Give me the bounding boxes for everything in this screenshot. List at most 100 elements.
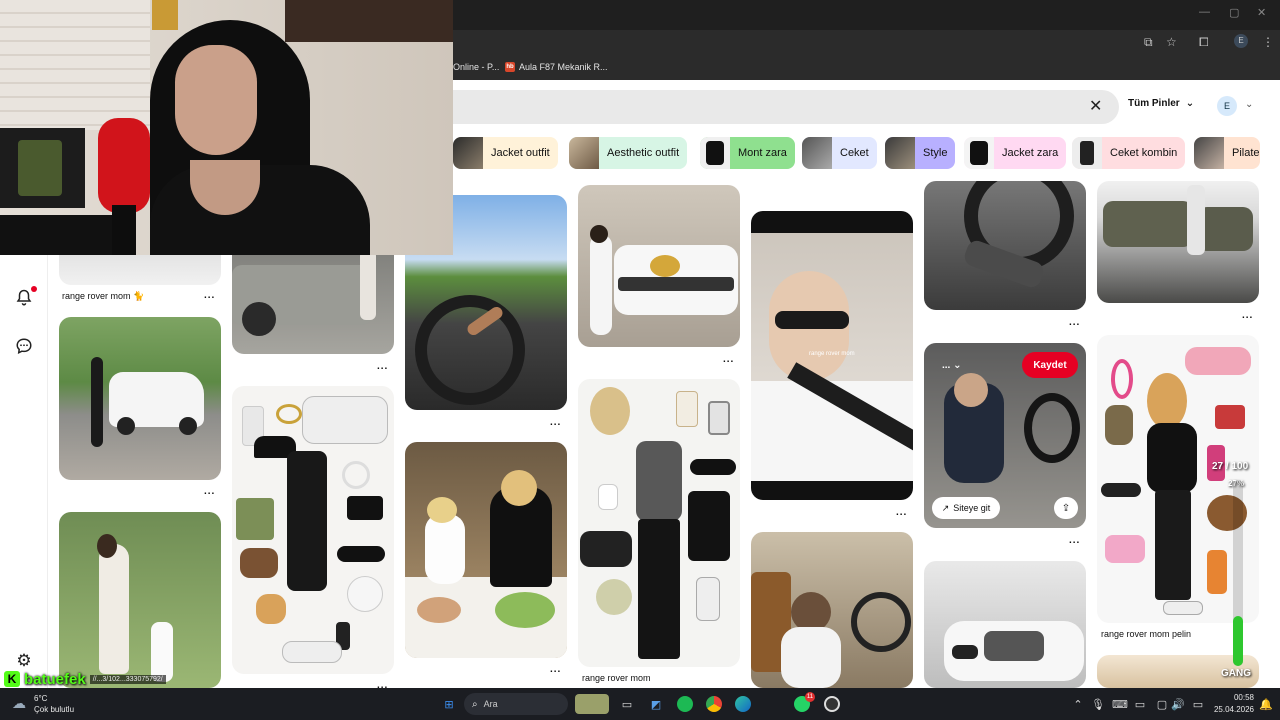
chip-pilates[interactable]: Pilate xyxy=(1194,137,1260,169)
pin-more-icon[interactable]: ... xyxy=(1069,317,1080,328)
messages-icon[interactable] xyxy=(14,337,34,357)
battery-icon[interactable]: ▭ xyxy=(1188,694,1208,714)
pin-image[interactable] xyxy=(232,240,394,354)
pin-image[interactable] xyxy=(578,185,740,347)
bookmark-star-icon[interactable]: ☆ xyxy=(1166,35,1177,49)
kick-logo-icon: K xyxy=(4,671,20,687)
chip-label: Jacket zara xyxy=(1002,147,1059,159)
search-icon: ⌕ xyxy=(472,698,478,710)
pin-filter-dropdown[interactable]: Tüm Pinler ⌄ xyxy=(1128,98,1194,109)
save-button[interactable]: Kaydet xyxy=(1022,352,1078,378)
pin-image[interactable] xyxy=(924,561,1086,688)
clear-search-icon[interactable]: ✕ xyxy=(1089,96,1102,116)
pin-more-icon[interactable]: ... xyxy=(1242,310,1253,321)
pin-more-icon[interactable]: ... xyxy=(377,680,388,688)
goal-progress-fill xyxy=(1233,616,1243,666)
pin-image[interactable] xyxy=(59,317,221,480)
bookmark-item[interactable]: hb Aula F87 Mekanik R... xyxy=(505,62,608,72)
pin-title[interactable]: range rover mom 🐈 xyxy=(62,291,144,302)
notification-badge xyxy=(31,286,37,292)
pin-image[interactable]: range rover mom xyxy=(751,211,913,500)
maximize-icon[interactable]: ▢ xyxy=(1229,6,1239,19)
snipping-tool-icon[interactable]: ◩ xyxy=(646,694,666,714)
pin-more-icon[interactable]: ... xyxy=(204,290,215,301)
pin-image[interactable] xyxy=(59,512,221,688)
menu-kebab-icon[interactable]: ⋮ xyxy=(1262,35,1274,49)
pin-image[interactable] xyxy=(1097,181,1259,303)
minimize-icon[interactable]: — xyxy=(1199,6,1210,18)
weather-temp[interactable]: 6°C xyxy=(34,694,47,703)
search-placeholder: Ara xyxy=(483,699,498,709)
chip-label: Aesthetic outfit xyxy=(607,147,680,159)
search-highlight-icon[interactable] xyxy=(575,694,609,714)
clock-date[interactable]: 25.04.2026 xyxy=(1206,705,1254,714)
clock-time[interactable]: 00:58 xyxy=(1214,693,1254,702)
stream-url: //...3/102...333075792/ xyxy=(89,674,166,684)
avatar[interactable]: E xyxy=(1217,96,1237,116)
bookmark-item[interactable]: Online - P... xyxy=(453,62,499,72)
install-app-icon[interactable]: ⧉ xyxy=(1144,35,1153,50)
arrow-up-right-icon: ↗ xyxy=(941,502,950,513)
pin-more-icon[interactable]: ... xyxy=(723,354,734,365)
filter-label: Tüm Pinler xyxy=(1128,98,1180,109)
pin-more-icon[interactable]: ... xyxy=(1069,535,1080,546)
bookmark-label: Online - P... xyxy=(453,62,500,72)
pin-more-icon[interactable]: ... xyxy=(896,507,907,518)
task-view-icon[interactable]: ▭ xyxy=(617,694,637,714)
pin-title[interactable]: range rover mom pelin xyxy=(1101,629,1191,639)
chip-ceket-kombin[interactable]: Ceket kombin xyxy=(1072,137,1186,169)
pin-more-icon[interactable]: ... xyxy=(377,361,388,372)
notification-center-icon[interactable]: 🔔 xyxy=(1256,694,1276,714)
chip-label: Mont zara xyxy=(738,147,787,159)
gang-label: GANG xyxy=(1221,668,1251,679)
taskbar-search[interactable]: ⌕ Ara xyxy=(464,693,568,715)
extensions-icon[interactable]: ⧠ xyxy=(1199,35,1209,50)
bookmark-label: Aula F87 Mekanik R... xyxy=(519,62,608,72)
account-chevron-icon[interactable]: ⌄ xyxy=(1245,99,1253,110)
chip-aesthetic-outfit[interactable]: Aesthetic outfit xyxy=(569,137,688,169)
share-icon[interactable]: ⇪ xyxy=(1054,497,1078,519)
notifications-bell-icon[interactable] xyxy=(14,289,34,309)
visit-site-label: Siteye git xyxy=(953,503,991,513)
search-input[interactable] xyxy=(453,90,1119,124)
keyboard-icon[interactable]: ⌨ xyxy=(1110,694,1130,714)
chip-mont-zara[interactable]: Mont zara xyxy=(700,137,795,169)
pin-image[interactable] xyxy=(578,379,740,667)
microphone-icon[interactable]: 🎙 xyxy=(1088,694,1108,714)
pin-image[interactable] xyxy=(232,386,394,674)
weather-desc[interactable]: Çok bulutlu xyxy=(34,705,74,714)
pin-title[interactable]: range rover mom xyxy=(582,673,651,683)
pin-more-icon[interactable]: ... xyxy=(550,417,561,428)
pin-more-icon[interactable]: ... xyxy=(204,486,215,497)
obs-icon[interactable] xyxy=(822,694,842,714)
goal-progress-text: 27 / 100 xyxy=(1212,461,1249,472)
chip-ceket[interactable]: Ceket xyxy=(802,137,877,169)
chip-jacket-zara[interactable]: Jacket zara xyxy=(964,137,1067,169)
pin-image[interactable] xyxy=(405,442,567,658)
chrome-icon[interactable] xyxy=(704,694,724,714)
edge-icon[interactable] xyxy=(733,694,753,714)
stream-username: batuefek xyxy=(24,670,86,688)
chip-jacket-outfit[interactable]: Jacket outfit xyxy=(453,137,558,169)
chip-label: Pilate xyxy=(1232,147,1260,159)
pin-image[interactable] xyxy=(751,532,913,688)
display-icon[interactable]: ▭ xyxy=(1130,694,1150,714)
windows-start-icon[interactable]: ⊞ xyxy=(439,694,459,714)
goal-progress-meter xyxy=(1233,480,1243,666)
weather-cloud-icon: ☁ xyxy=(12,695,26,711)
pin-image[interactable] xyxy=(924,181,1086,310)
pin-more-icon[interactable]: ... xyxy=(550,664,561,675)
profile-avatar-icon[interactable]: E xyxy=(1234,34,1248,48)
webcam-overlay xyxy=(0,0,453,255)
tray-overflow-icon[interactable]: ⌃ xyxy=(1068,694,1088,714)
chip-style[interactable]: Style xyxy=(885,137,956,169)
chip-label: Style xyxy=(923,147,948,159)
pin-options-icon[interactable]: ... ⌄ xyxy=(942,360,962,371)
spotify-icon[interactable] xyxy=(675,694,695,714)
hb-icon: hb xyxy=(505,62,515,72)
visit-site-button[interactable]: ↗ Siteye git xyxy=(932,497,1000,519)
settings-gear-icon[interactable]: ⚙ xyxy=(14,651,34,671)
chip-label: Jacket outfit xyxy=(491,147,550,159)
volume-icon[interactable]: 🔊 xyxy=(1168,694,1188,714)
close-window-icon[interactable]: ✕ xyxy=(1257,6,1266,19)
